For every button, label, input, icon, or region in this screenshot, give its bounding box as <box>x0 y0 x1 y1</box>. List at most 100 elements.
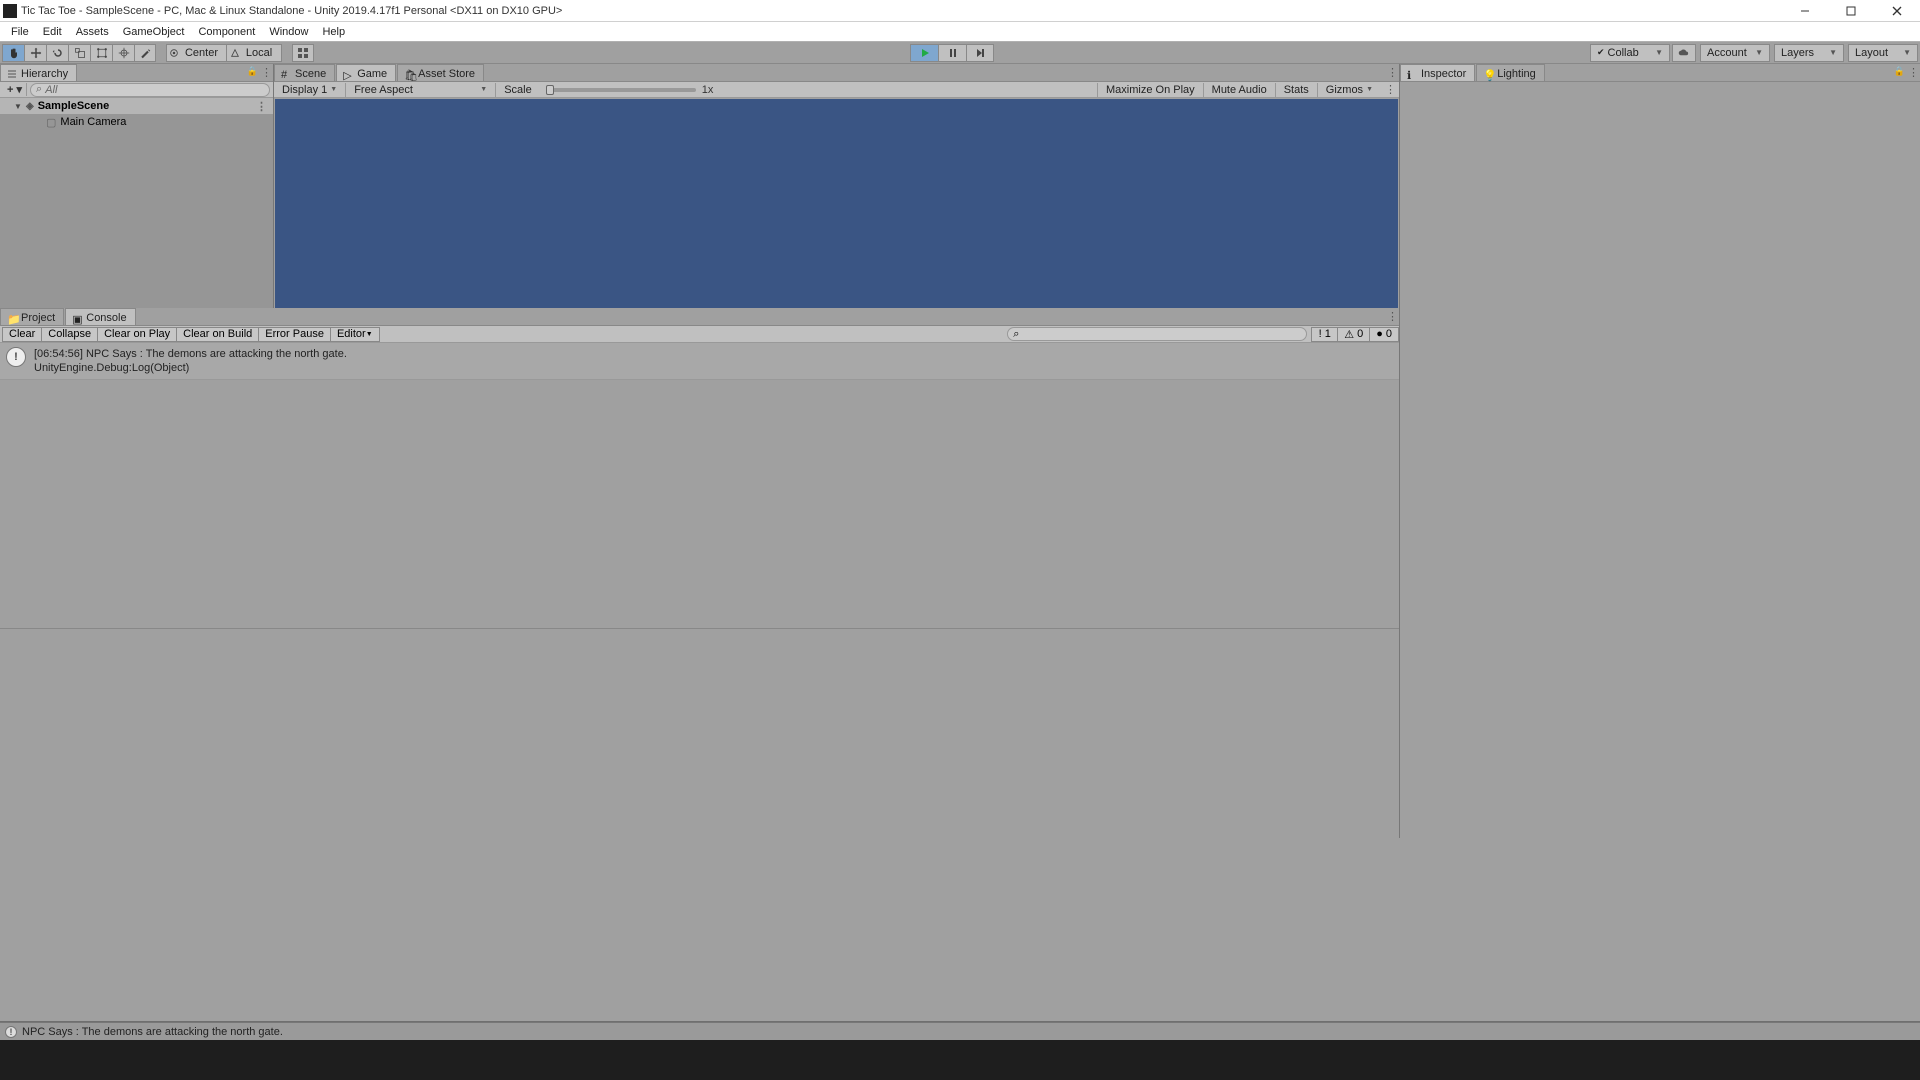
tab-asset-store[interactable]: 🛍Asset Store <box>397 64 484 81</box>
tab-console[interactable]: ▣Console <box>65 308 135 325</box>
account-label: Account <box>1707 47 1747 59</box>
pivot-center-toggle[interactable]: Center <box>166 44 226 62</box>
warn-count-toggle[interactable]: ⚠0 <box>1337 327 1369 342</box>
window-minimize-button[interactable] <box>1782 0 1828 22</box>
cloud-button[interactable] <box>1672 44 1696 62</box>
scene-menu-icon[interactable]: ⋮ <box>256 100 273 113</box>
account-dropdown[interactable]: Account▼ <box>1700 44 1770 62</box>
log-message: [06:54:56] NPC Says : The demons are att… <box>34 347 347 361</box>
tab-lighting[interactable]: 💡Lighting <box>1476 64 1545 81</box>
console-log-list[interactable]: ! [06:54:56] NPC Says : The demons are a… <box>0 343 1399 628</box>
lock-icon[interactable]: 🔒 <box>1894 66 1905 79</box>
console-detail-pane <box>0 628 1399 838</box>
pivot-label: Center <box>179 47 224 59</box>
info-count-toggle[interactable]: !1 <box>1311 327 1337 342</box>
game-tab-icon: ▷ <box>343 69 353 79</box>
window-close-button[interactable] <box>1874 0 1920 22</box>
scene-tab-label: Scene <box>295 68 326 80</box>
foldout-icon[interactable]: ▼ <box>14 102 22 111</box>
handle-local-toggle[interactable]: Local <box>226 44 282 62</box>
layout-dropdown[interactable]: Layout▼ <box>1848 44 1918 62</box>
search-icon: ⌕ <box>1013 328 1019 341</box>
console-search-input[interactable]: ⌕ <box>1007 327 1307 341</box>
hierarchy-search-input[interactable]: ⌕ All <box>30 83 270 97</box>
console-panel: 📁Project ▣Console ⋮ Clear Collapse Clear… <box>0 308 1400 838</box>
panel-menu-icon[interactable]: ⋮ <box>1908 66 1918 79</box>
inspector-lower-area <box>1400 308 1920 838</box>
step-button[interactable] <box>966 44 994 62</box>
hierarchy-tree[interactable]: ▼ ◈ SampleScene ⋮ ▢ Main Camera <box>0 98 273 308</box>
tab-inspector[interactable]: ℹInspector <box>1400 64 1475 81</box>
scene-name: SampleScene <box>38 100 110 112</box>
transform-tool[interactable] <box>112 44 134 62</box>
tab-project[interactable]: 📁Project <box>0 308 64 325</box>
info-count: 1 <box>1325 328 1331 340</box>
gameobject-row[interactable]: ▢ Main Camera <box>0 114 273 130</box>
aspect-dropdown[interactable]: Free Aspect▼ <box>346 83 496 97</box>
menu-assets[interactable]: Assets <box>69 24 116 40</box>
error-pause-toggle[interactable]: Error Pause <box>258 327 330 342</box>
menu-file[interactable]: File <box>4 24 36 40</box>
gizmos-dropdown[interactable]: Gizmos ▼ <box>1317 83 1381 97</box>
scale-slider[interactable] <box>546 88 696 92</box>
slider-knob[interactable] <box>546 85 554 95</box>
custom-tool[interactable] <box>134 44 156 62</box>
status-text: NPC Says : The demons are attacking the … <box>22 1026 283 1038</box>
search-icon: ⌕ <box>36 83 42 96</box>
project-tab-label: Project <box>21 312 55 324</box>
error-count-toggle[interactable]: ●0 <box>1369 327 1399 342</box>
display-label: Display 1 <box>282 84 327 96</box>
lighting-icon: 💡 <box>1483 69 1493 79</box>
gameobject-name: Main Camera <box>60 116 126 128</box>
clear-on-build-toggle[interactable]: Clear on Build <box>176 327 258 342</box>
pivot-group: Center Local <box>166 44 282 62</box>
menu-help[interactable]: Help <box>315 24 352 40</box>
window-titlebar: Tic Tac Toe - SampleScene - PC, Mac & Li… <box>0 0 1920 22</box>
clear-on-play-toggle[interactable]: Clear on Play <box>97 327 176 342</box>
hand-tool[interactable] <box>2 44 24 62</box>
log-stack: UnityEngine.Debug:Log(Object) <box>34 361 347 375</box>
layers-dropdown[interactable]: Layers▼ <box>1774 44 1844 62</box>
maximize-on-play-toggle[interactable]: Maximize On Play <box>1097 83 1203 97</box>
move-tool[interactable] <box>24 44 46 62</box>
editor-dropdown[interactable]: Editor ▼ <box>330 327 380 342</box>
inspector-tab-label: Inspector <box>1421 68 1466 80</box>
panel-menu-icon[interactable]: ⋮ <box>261 66 271 79</box>
menu-edit[interactable]: Edit <box>36 24 69 40</box>
game-view[interactable] <box>275 99 1398 308</box>
rotate-tool[interactable] <box>46 44 68 62</box>
scene-row[interactable]: ▼ ◈ SampleScene ⋮ <box>0 98 273 114</box>
rect-tool[interactable] <box>90 44 112 62</box>
console-tab-label: Console <box>86 312 126 324</box>
menu-gameobject[interactable]: GameObject <box>116 24 192 40</box>
mute-audio-toggle[interactable]: Mute Audio <box>1203 83 1275 97</box>
info-icon: ! <box>1319 328 1322 340</box>
lock-icon[interactable]: 🔒 <box>247 66 258 79</box>
menu-window[interactable]: Window <box>262 24 315 40</box>
tab-scene[interactable]: #Scene <box>274 64 335 81</box>
clear-button[interactable]: Clear <box>2 327 41 342</box>
menu-component[interactable]: Component <box>191 24 262 40</box>
play-controls <box>910 44 994 62</box>
log-entry[interactable]: ! [06:54:56] NPC Says : The demons are a… <box>0 343 1399 380</box>
panel-menu-icon[interactable]: ⋮ <box>1387 66 1397 79</box>
error-icon: ● <box>1376 328 1383 340</box>
center-panel: #Scene ▷Game 🛍Asset Store ⋮ Display 1 ▼ … <box>274 64 1400 308</box>
collab-dropdown[interactable]: ✔Collab▼ <box>1590 44 1670 62</box>
pause-button[interactable] <box>938 44 966 62</box>
snap-toggle[interactable] <box>292 44 314 62</box>
search-placeholder: All <box>45 84 57 96</box>
window-maximize-button[interactable] <box>1828 0 1874 22</box>
panel-menu-icon[interactable]: ⋮ <box>1381 83 1399 97</box>
create-dropdown[interactable]: + ▾ <box>3 83 27 96</box>
panel-menu-icon[interactable]: ⋮ <box>1387 310 1397 323</box>
collapse-toggle[interactable]: Collapse <box>41 327 97 342</box>
handle-label: Local <box>240 47 278 59</box>
scale-tool[interactable] <box>68 44 90 62</box>
tab-hierarchy[interactable]: Hierarchy <box>0 64 77 81</box>
tab-game[interactable]: ▷Game <box>336 64 396 81</box>
display-dropdown[interactable]: Display 1 ▼ <box>274 83 346 97</box>
stats-toggle[interactable]: Stats <box>1275 83 1317 97</box>
console-toolbar: Clear Collapse Clear on Play Clear on Bu… <box>0 326 1399 343</box>
play-button[interactable] <box>910 44 938 62</box>
